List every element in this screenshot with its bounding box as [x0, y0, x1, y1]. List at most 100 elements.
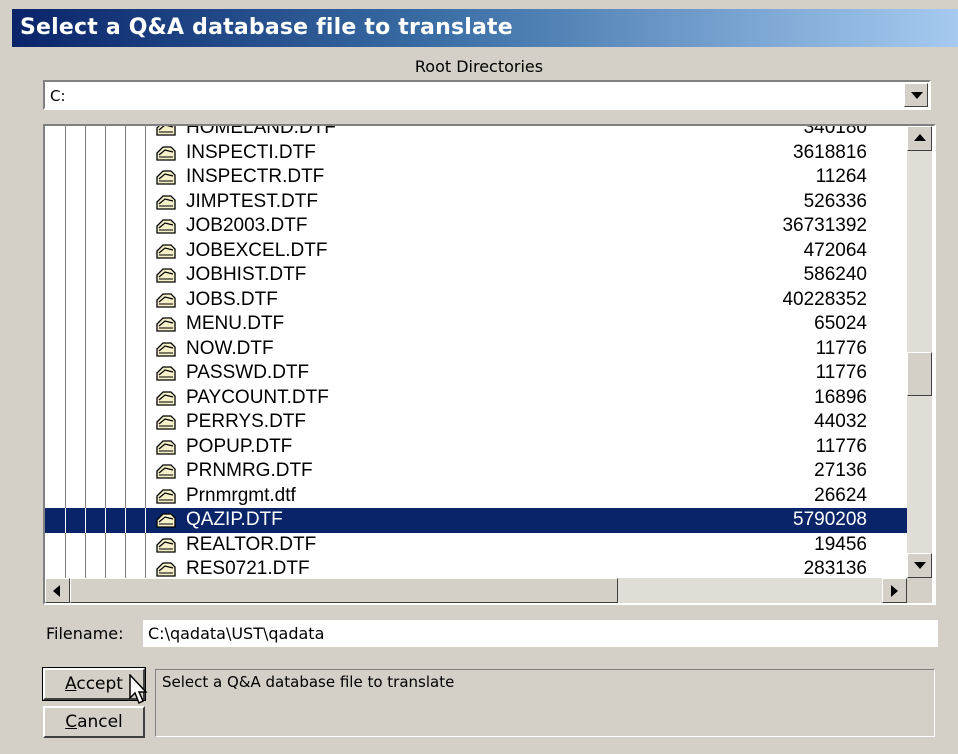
file-size: 11776 — [815, 435, 867, 457]
arrow-left-icon — [53, 585, 60, 597]
scroll-right-button[interactable] — [882, 578, 907, 603]
database-file-icon — [156, 366, 176, 381]
tree-guide-line — [105, 532, 106, 557]
tree-guide-line — [105, 385, 106, 410]
cancel-button-label: Cancel — [65, 712, 123, 732]
tree-guide-line — [145, 385, 146, 410]
tree-guide-line — [125, 312, 126, 337]
tree-guide-line — [65, 532, 66, 557]
file-row[interactable]: PRNMRG.DTF 27136 — [45, 459, 907, 484]
file-name: PASSWD.DTF — [186, 362, 310, 383]
scroll-up-button[interactable] — [907, 126, 932, 151]
chevron-down-icon — [911, 92, 923, 99]
vertical-scrollbar[interactable] — [907, 126, 932, 578]
file-row[interactable]: PASSWD.DTF 11776 — [45, 361, 907, 386]
file-row[interactable]: JOB2003.DTF 36731392 — [45, 214, 907, 239]
tree-guide-line — [125, 361, 126, 386]
file-name: POPUP.DTF — [186, 435, 293, 457]
tree-guide-line — [85, 434, 86, 459]
file-list[interactable]: HOMELAND.DTF 340180 INSPECTI.DTF 3618816 INS… — [43, 124, 936, 605]
database-file-icon — [156, 170, 176, 185]
file-row[interactable]: INSPECTI.DTF 3618816 — [45, 140, 907, 165]
tree-guide-line — [125, 263, 126, 288]
tree-guide-line — [105, 434, 106, 459]
file-row[interactable]: JOBHIST.DTF 586240 — [45, 263, 907, 288]
vertical-scroll-thumb[interactable] — [907, 352, 932, 396]
file-row[interactable]: PERRYS.DTF 44032 — [45, 410, 907, 435]
file-row[interactable]: INSPECTR.DTF 11264 — [45, 165, 907, 190]
tree-guide-line — [85, 312, 86, 337]
root-directories-dropdown[interactable]: C: — [43, 80, 931, 110]
file-name: JIMPTEST.DTF — [186, 190, 318, 212]
file-row[interactable]: JIMPTEST.DTF 526336 — [45, 189, 907, 214]
file-name: NOW.DTF — [186, 337, 274, 359]
file-size: 27136 — [814, 460, 867, 481]
file-row[interactable]: MENU.DTF 65024 — [45, 312, 907, 337]
tree-guide-line — [145, 434, 146, 459]
file-row[interactable]: JOBEXCEL.DTF 472064 — [45, 238, 907, 263]
arrow-up-icon — [914, 134, 926, 141]
file-row[interactable]: NOW.DTF 11776 — [45, 336, 907, 361]
file-row[interactable]: Prnmrgmt.dtf 26624 — [45, 483, 907, 508]
tree-guide-line — [85, 336, 86, 361]
file-size: 44032 — [814, 411, 867, 432]
tree-guide-line — [65, 214, 66, 239]
file-list-rows: HOMELAND.DTF 340180 INSPECTI.DTF 3618816 INS… — [45, 124, 907, 582]
horizontal-scrollbar[interactable] — [45, 578, 907, 603]
database-file-icon — [156, 317, 176, 332]
scroll-down-button[interactable] — [907, 553, 932, 578]
dropdown-button[interactable] — [904, 83, 928, 107]
tree-guide-line — [65, 508, 66, 533]
file-row-selected[interactable]: QAZIP.DTF 5790208 — [45, 508, 907, 533]
tree-guide-line — [85, 287, 86, 312]
file-row[interactable]: POPUP.DTF 11776 — [45, 434, 907, 459]
tree-guide-line — [125, 385, 126, 410]
tree-guide-line — [65, 140, 66, 165]
mouse-pointer-icon — [129, 674, 148, 705]
tree-guide-line — [105, 189, 106, 214]
file-name: QAZIP.DTF — [186, 509, 283, 530]
tree-guide-line — [105, 263, 106, 288]
cancel-button[interactable]: Cancel — [43, 706, 145, 738]
accept-button-label: Accept — [65, 674, 123, 694]
filename-value: C:\qadata\UST\qadata — [148, 624, 325, 643]
file-name: PERRYS.DTF — [186, 411, 307, 432]
file-row[interactable]: HOMELAND.DTF 340180 — [45, 124, 907, 141]
tree-guide-line — [145, 312, 146, 337]
tree-guide-line — [105, 361, 106, 386]
horizontal-scroll-thumb[interactable] — [70, 578, 618, 603]
file-name: PAYCOUNT.DTF — [186, 386, 329, 408]
file-row[interactable]: REALTOR.DTF 19456 — [45, 532, 907, 557]
tree-guide-line — [65, 287, 66, 312]
scroll-corner — [907, 578, 932, 603]
tree-guide-line — [145, 189, 146, 214]
status-panel: Select a Q&A database file to translate — [155, 669, 935, 737]
tree-guide-line — [125, 532, 126, 557]
database-file-icon — [156, 243, 176, 259]
tree-guide-line — [105, 312, 106, 337]
tree-guide-line — [105, 126, 106, 141]
file-name: PRNMRG.DTF — [186, 460, 313, 481]
database-file-icon — [156, 194, 176, 210]
tree-guide-line — [105, 508, 106, 533]
file-row[interactable]: JOBS.DTF 40228352 — [45, 287, 907, 312]
file-size: 19456 — [814, 533, 867, 555]
database-file-icon — [156, 390, 176, 406]
file-size: 526336 — [803, 190, 867, 212]
tree-guide-line — [145, 336, 146, 361]
scroll-left-button[interactable] — [45, 578, 70, 603]
tree-guide-line — [145, 126, 146, 141]
arrow-right-icon — [891, 585, 898, 597]
file-row[interactable]: PAYCOUNT.DTF 16896 — [45, 385, 907, 410]
file-size: 340180 — [803, 124, 867, 138]
tree-guide-line — [65, 434, 66, 459]
tree-guide-line — [85, 410, 86, 435]
tree-guide-line — [145, 410, 146, 435]
filename-field[interactable]: C:\qadata\UST\qadata — [143, 620, 938, 647]
file-size: 11776 — [815, 362, 867, 383]
tree-guide-line — [125, 140, 126, 165]
tree-guide-line — [85, 238, 86, 263]
database-file-icon — [156, 464, 176, 479]
tree-guide-line — [65, 410, 66, 435]
tree-guide-line — [145, 508, 146, 533]
